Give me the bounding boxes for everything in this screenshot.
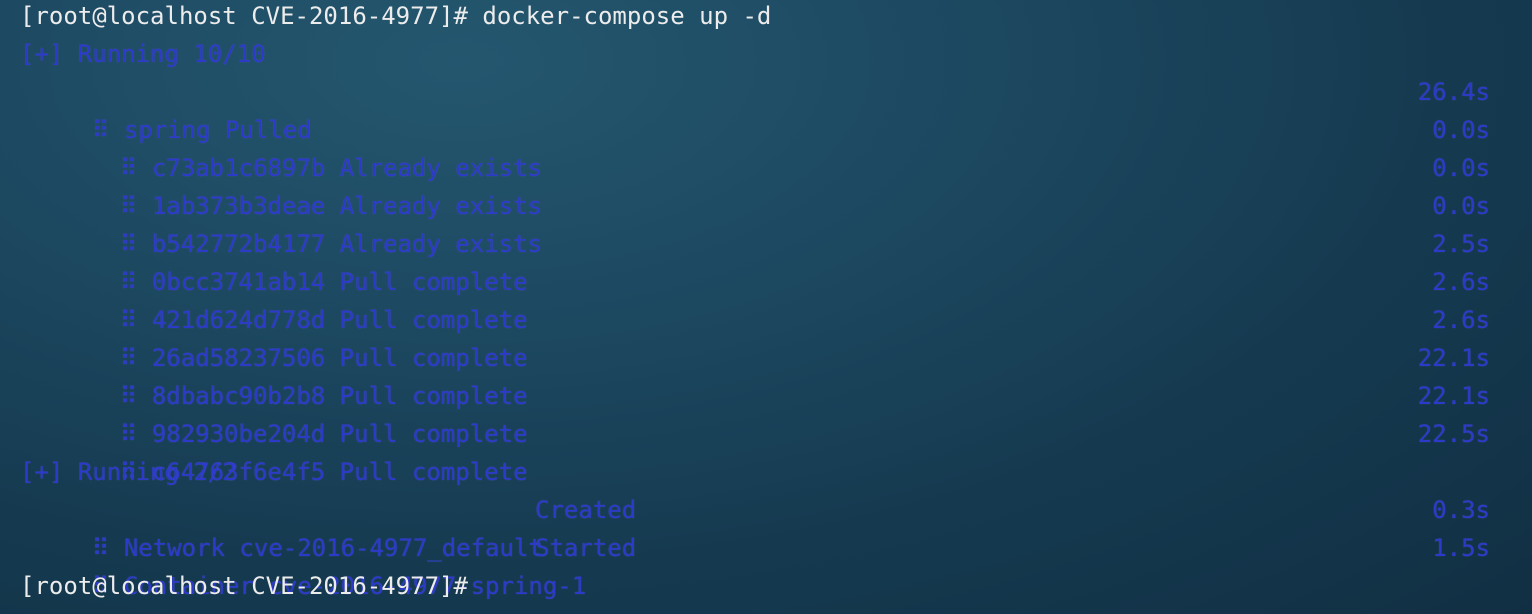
layer-time: 0.0s — [1432, 154, 1490, 182]
layer-row: ⠿ 8dbabc90b2b8 Pull complete 22.1s — [20, 339, 1490, 410]
layer-time: 2.6s — [1432, 306, 1490, 334]
pull-summary-row: ⠿ spring Pulled 26.4s — [20, 73, 1490, 144]
layer-row: ⠿ b542772b4177 Already exists 0.0s — [20, 187, 1490, 258]
resource-status: Created — [535, 496, 637, 524]
pull-summary-time: 26.4s — [1417, 78, 1490, 106]
layer-row: ⠿ c73ab1c6897b Already exists 0.0s — [20, 111, 1490, 182]
layer-time: 2.5s — [1432, 230, 1490, 258]
layer-time: 0.0s — [1432, 192, 1490, 220]
layer-row: ⠿ c64763f6e4f5 Pull complete 22.5s — [20, 415, 1490, 486]
layer-row: ⠿ 421d624d778d Pull complete 2.6s — [20, 263, 1490, 334]
resource-time: 0.3s — [1432, 496, 1490, 524]
layer-row: ⠿ 26ad58237506 Pull complete 2.6s — [20, 301, 1490, 372]
resource-row: ⠿ Network cve-2016-4977_default Created … — [20, 491, 1490, 562]
command-text: docker-compose up -d — [482, 2, 772, 30]
layer-row: ⠿ 982930be204d Pull complete 22.1s — [20, 377, 1490, 448]
terminal-window[interactable]: [root@localhost CVE-2016-4977]# docker-c… — [0, 0, 1532, 614]
shell-prompt-current[interactable]: [root@localhost CVE-2016-4977]# — [20, 567, 1490, 605]
layer-time: 22.5s — [1417, 420, 1490, 448]
command-line: [root@localhost CVE-2016-4977]# docker-c… — [20, 0, 1490, 35]
layer-row: ⠿ 1ab373b3deae Already exists 0.0s — [20, 149, 1490, 220]
resource-time: 1.5s — [1432, 534, 1490, 562]
layer-row: ⠿ 0bcc3741ab14 Pull complete 2.5s — [20, 225, 1490, 296]
layer-time: 2.6s — [1432, 268, 1490, 296]
shell-prompt: [root@localhost CVE-2016-4977]# — [20, 2, 483, 30]
layer-time: 22.1s — [1417, 344, 1490, 372]
layer-time: 0.0s — [1432, 116, 1490, 144]
resource-row: ⠿ Container cve-2016-4977-spring-1 Start… — [20, 529, 1490, 600]
running-status-up: [+] Running 2/2 — [20, 458, 237, 486]
running-status-pull: [+] Running 10/10 — [20, 40, 266, 68]
resource-status: Started — [535, 534, 637, 562]
layer-time: 22.1s — [1417, 382, 1490, 410]
